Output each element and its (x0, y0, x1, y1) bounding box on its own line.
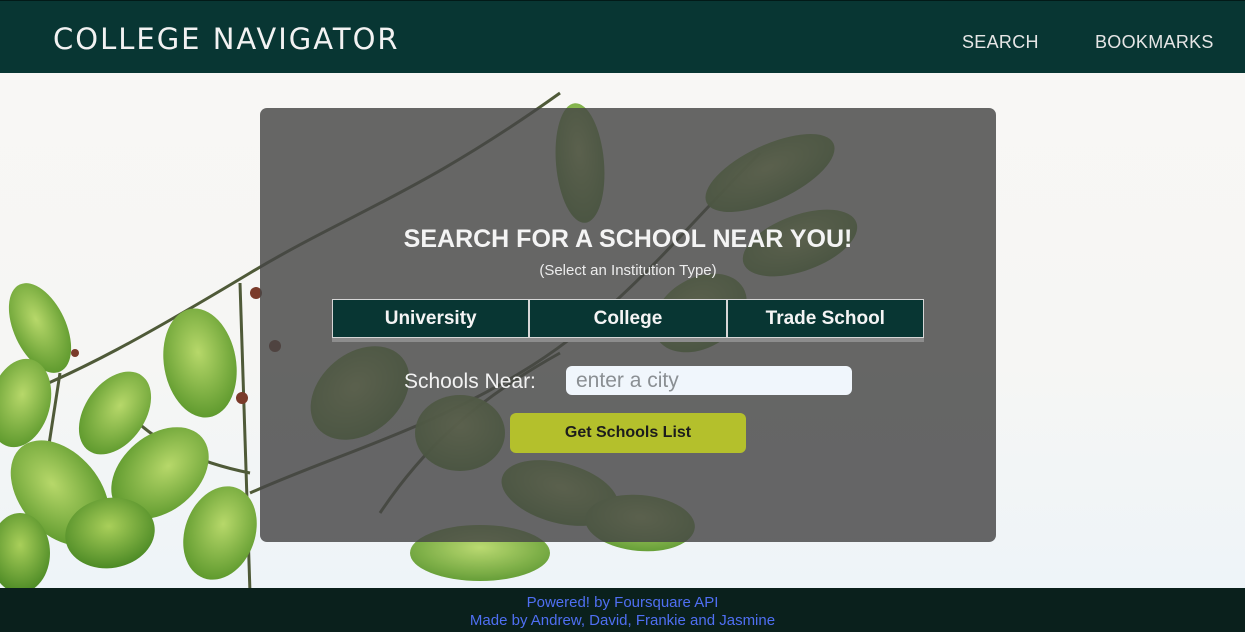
brand-title[interactable]: COLLEGE NAVIGATOR (53, 22, 400, 56)
top-navbar: COLLEGE NAVIGATOR SEARCH BOOKMARKS (0, 0, 1245, 73)
nav-bookmarks-link[interactable]: BOOKMARKS (1095, 32, 1214, 53)
nav-search-link[interactable]: SEARCH (962, 32, 1039, 53)
type-college-button[interactable]: College (529, 299, 727, 338)
page-footer: Powered! by Foursquare API Made by Andre… (0, 588, 1245, 632)
search-title: SEARCH FOR A SCHOOL NEAR YOU! (403, 225, 853, 253)
search-subtitle: (Select an Institution Type) (539, 262, 717, 279)
type-university-button[interactable]: University (332, 299, 530, 338)
get-schools-button[interactable]: Get Schools List (510, 413, 746, 453)
powered-by-text: Powered! by Foursquare API (526, 594, 719, 611)
credits-text: Made by Andrew, David, Frankie and Jasmi… (469, 612, 776, 629)
schools-near-label: Schools Near: (404, 370, 536, 393)
search-card: SEARCH FOR A SCHOOL NEAR YOU! (Select an… (260, 108, 996, 542)
city-input[interactable] (566, 366, 852, 395)
institution-type-selector: University College Trade School (332, 299, 924, 342)
type-trade-school-button[interactable]: Trade School (726, 299, 924, 338)
